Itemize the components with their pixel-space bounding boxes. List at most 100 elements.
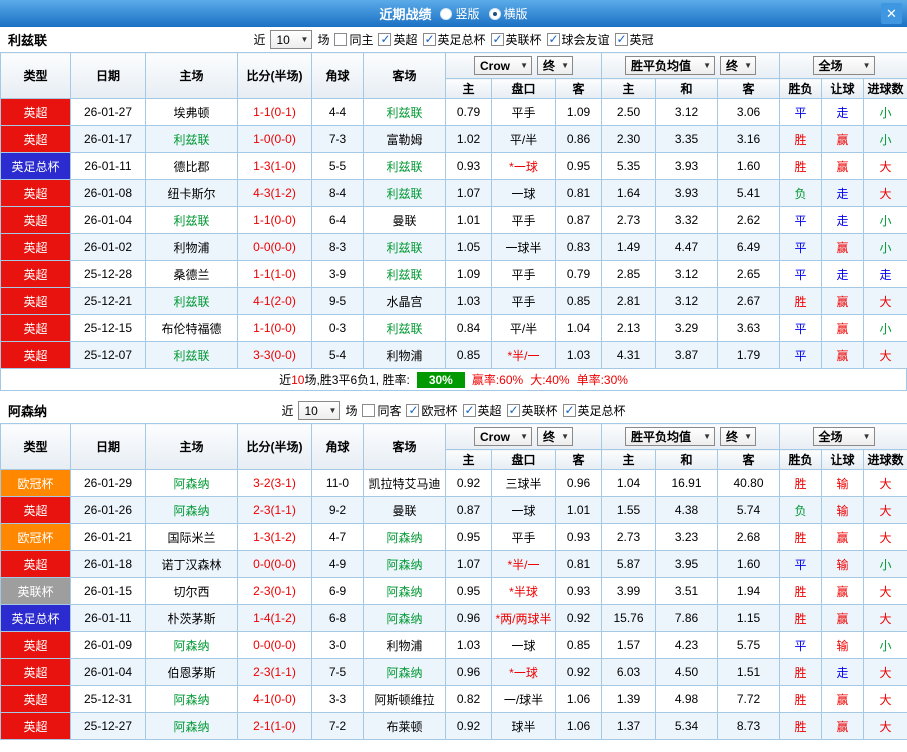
away-team[interactable]: 阿森纳 bbox=[364, 659, 446, 686]
league-filter-option[interactable]: 英冠 bbox=[615, 31, 654, 48]
checkbox-checked-icon[interactable] bbox=[378, 33, 391, 46]
home-team[interactable]: 阿森纳 bbox=[146, 686, 238, 713]
away-team[interactable]: 利物浦 bbox=[364, 342, 446, 369]
league-filter-option[interactable]: 英联杯 bbox=[507, 402, 558, 419]
odds-away: 1.06 bbox=[556, 686, 602, 713]
home-team[interactable]: 切尔西 bbox=[146, 578, 238, 605]
odds-final-select[interactable]: 终 ▼ bbox=[537, 427, 573, 446]
home-team[interactable]: 国际米兰 bbox=[146, 524, 238, 551]
close-button[interactable]: ✕ bbox=[881, 3, 902, 24]
col-header-type: 类型 bbox=[1, 424, 71, 470]
away-team[interactable]: 凯拉特艾马迪 bbox=[364, 470, 446, 497]
same-venue-filter[interactable]: 同客 bbox=[362, 402, 401, 419]
checkbox-checked-icon[interactable] bbox=[491, 33, 504, 46]
odds-handicap-line: *两/两球半 bbox=[492, 605, 556, 632]
same-venue-filter[interactable]: 同主 bbox=[334, 31, 373, 48]
layout-vertical-option[interactable]: 竖版 bbox=[440, 5, 479, 22]
league-filter-option[interactable]: 英超 bbox=[463, 402, 502, 419]
home-team[interactable]: 朴茨茅斯 bbox=[146, 605, 238, 632]
match-score: 1-1(1-0) bbox=[238, 261, 312, 288]
away-team[interactable]: 利兹联 bbox=[364, 153, 446, 180]
away-team[interactable]: 曼联 bbox=[364, 497, 446, 524]
odds-home: 1.09 bbox=[446, 261, 492, 288]
bookmaker-select[interactable]: Crow ▼ bbox=[474, 56, 532, 75]
league-filter-option[interactable]: 球会友谊 bbox=[547, 31, 610, 48]
league-filter-option[interactable]: 英联杯 bbox=[491, 31, 542, 48]
bookmaker-select[interactable]: Crow ▼ bbox=[474, 427, 532, 446]
europe-final-select[interactable]: 终 ▼ bbox=[720, 427, 756, 446]
home-team[interactable]: 德比郡 bbox=[146, 153, 238, 180]
home-team[interactable]: 阿森纳 bbox=[146, 632, 238, 659]
europe-average-select[interactable]: 胜平负均值 ▼ bbox=[625, 56, 715, 75]
home-team[interactable]: 利兹联 bbox=[146, 126, 238, 153]
away-team[interactable]: 利物浦 bbox=[364, 632, 446, 659]
europe-group-header: 胜平负均值 ▼ 终 ▼ bbox=[602, 53, 780, 79]
layout-horizontal-option[interactable]: 横版 bbox=[489, 5, 528, 22]
home-team[interactable]: 利兹联 bbox=[146, 288, 238, 315]
home-team[interactable]: 利兹联 bbox=[146, 342, 238, 369]
away-team[interactable]: 利兹联 bbox=[364, 180, 446, 207]
checkbox-unchecked-icon[interactable] bbox=[334, 33, 347, 46]
away-team[interactable]: 布莱顿 bbox=[364, 713, 446, 740]
away-team[interactable]: 阿森纳 bbox=[364, 578, 446, 605]
home-team[interactable]: 阿森纳 bbox=[146, 713, 238, 740]
away-team[interactable]: 富勒姆 bbox=[364, 126, 446, 153]
radio-selected-icon[interactable] bbox=[489, 8, 501, 20]
away-team[interactable]: 水晶宫 bbox=[364, 288, 446, 315]
full-match-select[interactable]: 全场 ▼ bbox=[813, 56, 875, 75]
radio-unselected-icon[interactable] bbox=[440, 8, 452, 20]
away-team[interactable]: 曼联 bbox=[364, 207, 446, 234]
home-team[interactable]: 伯恩茅斯 bbox=[146, 659, 238, 686]
odds-final-select[interactable]: 终 ▼ bbox=[537, 56, 573, 75]
away-team[interactable]: 阿森纳 bbox=[364, 524, 446, 551]
europe-odds-draw: 3.12 bbox=[656, 261, 718, 288]
league-filter-option[interactable]: 欧冠杯 bbox=[406, 402, 457, 419]
odds-away: 0.85 bbox=[556, 288, 602, 315]
league-filter-option[interactable]: 英足总杯 bbox=[563, 402, 626, 419]
match-row: 英超26-01-26阿森纳2-3(1-1)9-2曼联0.87一球1.011.55… bbox=[1, 497, 907, 524]
checkbox-checked-icon[interactable] bbox=[423, 33, 436, 46]
dropdown-arrow-icon: ▼ bbox=[863, 61, 871, 70]
away-team[interactable]: 利兹联 bbox=[364, 99, 446, 126]
checkbox-unchecked-icon[interactable] bbox=[362, 404, 375, 417]
odds-away: 1.09 bbox=[556, 99, 602, 126]
home-team[interactable]: 利兹联 bbox=[146, 207, 238, 234]
home-team[interactable]: 利物浦 bbox=[146, 234, 238, 261]
away-team[interactable]: 阿森纳 bbox=[364, 551, 446, 578]
away-team[interactable]: 阿斯顿维拉 bbox=[364, 686, 446, 713]
away-team[interactable]: 利兹联 bbox=[364, 234, 446, 261]
home-team[interactable]: 阿森纳 bbox=[146, 470, 238, 497]
match-date: 26-01-17 bbox=[71, 126, 146, 153]
checkbox-checked-icon[interactable] bbox=[547, 33, 560, 46]
home-team[interactable]: 布伦特福德 bbox=[146, 315, 238, 342]
away-team[interactable]: 利兹联 bbox=[364, 315, 446, 342]
odds-handicap-line: 平手 bbox=[492, 288, 556, 315]
result-handicap: 输 bbox=[822, 470, 864, 497]
col-header-home: 主场 bbox=[146, 424, 238, 470]
league-filter-option[interactable]: 英超 bbox=[378, 31, 417, 48]
result-goals: 小 bbox=[864, 99, 907, 126]
home-team[interactable]: 纽卡斯尔 bbox=[146, 180, 238, 207]
home-team[interactable]: 桑德兰 bbox=[146, 261, 238, 288]
full-match-select[interactable]: 全场 ▼ bbox=[813, 427, 875, 446]
match-count-select[interactable]: 10 ▼ bbox=[270, 30, 312, 49]
result-wdl: 平 bbox=[780, 342, 822, 369]
home-team[interactable]: 埃弗顿 bbox=[146, 99, 238, 126]
league-filter-option[interactable]: 英足总杯 bbox=[423, 31, 486, 48]
checkbox-checked-icon[interactable] bbox=[463, 404, 476, 417]
europe-average-select[interactable]: 胜平负均值 ▼ bbox=[625, 427, 715, 446]
europe-final-select[interactable]: 终 ▼ bbox=[720, 56, 756, 75]
away-team[interactable]: 阿森纳 bbox=[364, 605, 446, 632]
europe-odds-draw: 4.47 bbox=[656, 234, 718, 261]
match-row: 英超26-01-09阿森纳0-0(0-0)3-0利物浦1.03一球0.851.5… bbox=[1, 632, 907, 659]
checkbox-checked-icon[interactable] bbox=[615, 33, 628, 46]
match-count-select[interactable]: 10 ▼ bbox=[298, 401, 340, 420]
home-team[interactable]: 诺丁汉森林 bbox=[146, 551, 238, 578]
checkbox-checked-icon[interactable] bbox=[563, 404, 576, 417]
home-team[interactable]: 阿森纳 bbox=[146, 497, 238, 524]
odds-away: 0.93 bbox=[556, 524, 602, 551]
checkbox-checked-icon[interactable] bbox=[406, 404, 419, 417]
away-team[interactable]: 利兹联 bbox=[364, 261, 446, 288]
checkbox-checked-icon[interactable] bbox=[507, 404, 520, 417]
result-handicap: 输 bbox=[822, 497, 864, 524]
